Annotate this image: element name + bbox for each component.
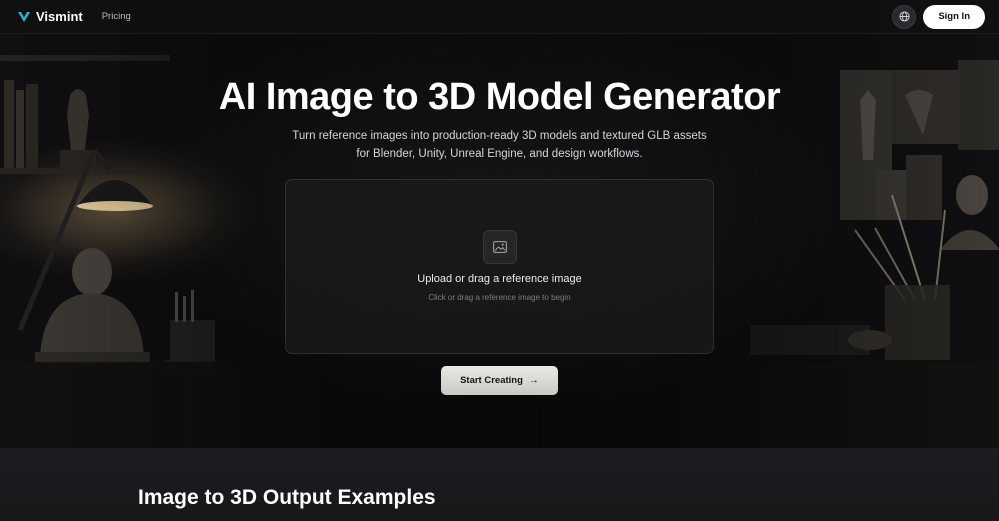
hero-subtitle-line-2: for Blender, Unity, Unreal Engine, and d…: [356, 148, 643, 160]
image-icon: [493, 241, 507, 253]
sign-in-button[interactable]: Sign In: [923, 4, 985, 29]
page-title: AI Image to 3D Model Generator: [218, 76, 781, 118]
brand-logo[interactable]: Vismint: [17, 9, 83, 24]
hero-subtitle: Turn reference images into production-re…: [0, 127, 999, 163]
arrow-right-icon: →: [528, 375, 539, 386]
language-button[interactable]: [892, 4, 917, 29]
nav-link-pricing[interactable]: Pricing: [102, 11, 131, 22]
nav-actions: Sign In: [892, 4, 985, 29]
hero-subtitle-line-1: Turn reference images into production-re…: [292, 130, 707, 142]
image-upload-dropzone[interactable]: Upload or drag a reference image Click o…: [285, 179, 714, 354]
start-creating-label: Start Creating: [460, 375, 523, 386]
page: Vismint Pricing Sign In AI Image to 3D M…: [0, 0, 999, 521]
top-nav: Vismint Pricing Sign In: [0, 0, 999, 34]
globe-icon: [899, 11, 910, 22]
start-creating-button[interactable]: Start Creating →: [441, 366, 558, 395]
upload-hint: Click or drag a reference image to begin: [428, 293, 571, 302]
upload-icon-container: [483, 230, 517, 264]
brand-name: Vismint: [36, 9, 83, 24]
examples-heading: Image to 3D Output Examples: [138, 486, 436, 509]
upload-title: Upload or drag a reference image: [417, 273, 582, 285]
v-logo-icon: [18, 11, 30, 22]
examples-section: Image to 3D Output Examples: [0, 448, 999, 521]
